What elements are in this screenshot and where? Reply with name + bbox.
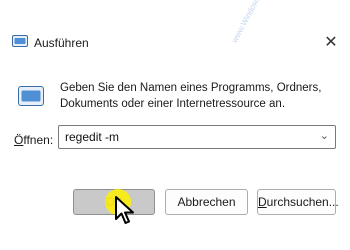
browse-accelerator: D (258, 195, 267, 209)
browse-label: urchsuchen... (266, 195, 339, 209)
run-dialog: Ausführen ✕ Geben Sie den Namen eines Pr… (0, 0, 350, 250)
open-label-text: ffnen: (23, 133, 54, 147)
mouse-pointer-icon (115, 196, 134, 224)
window-title: Ausführen (34, 36, 89, 50)
open-label: Öffnen: (14, 133, 53, 147)
title-bar (0, 0, 350, 40)
close-button[interactable]: ✕ (320, 32, 342, 54)
run-icon (12, 35, 28, 47)
open-input[interactable]: regedit -m (65, 130, 119, 144)
open-combobox[interactable]: regedit -m ⌄ (58, 125, 336, 149)
close-icon: ✕ (324, 34, 338, 51)
run-icon (18, 86, 44, 106)
instruction-text: Geben Sie den Namen eines Programms, Ord… (60, 82, 322, 110)
open-label-accelerator: Ö (14, 133, 24, 147)
chevron-down-icon[interactable]: ⌄ (320, 129, 329, 142)
cancel-button[interactable]: Abbrechen (165, 189, 248, 215)
browse-button[interactable]: Durchsuchen... (257, 189, 339, 215)
